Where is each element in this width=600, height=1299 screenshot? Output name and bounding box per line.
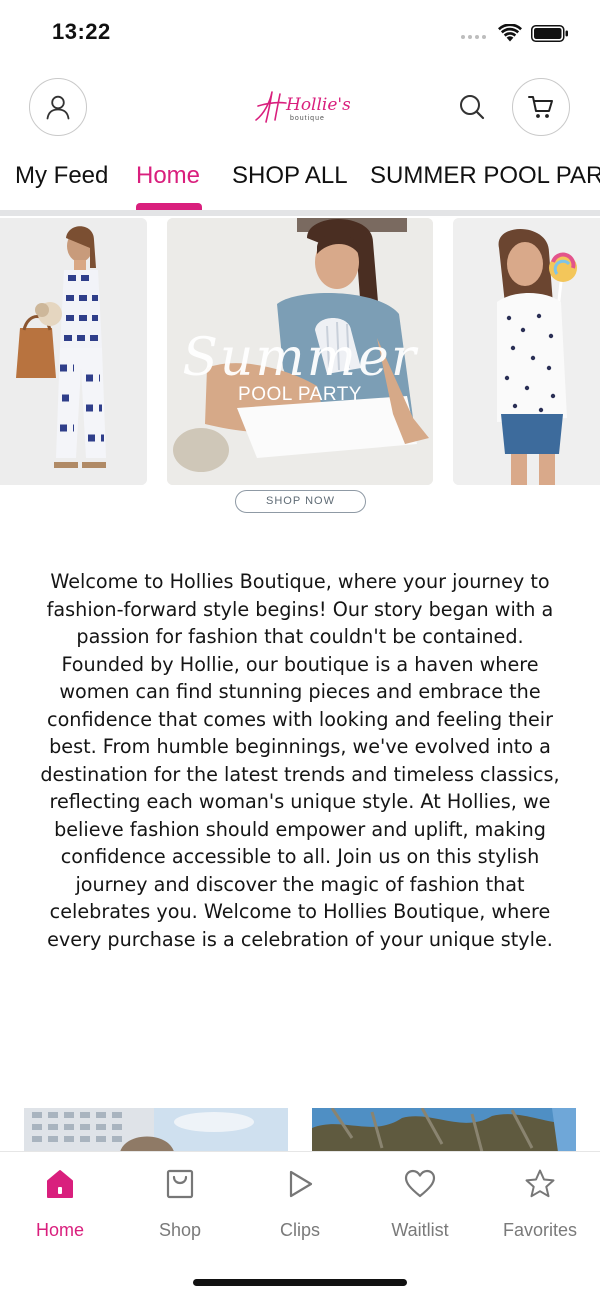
tab-shop-all[interactable]: SHOP ALL (232, 162, 348, 190)
nav-shop[interactable]: Shop (130, 1168, 230, 1241)
cart-icon (528, 96, 553, 118)
signal-dots-icon (461, 35, 486, 39)
hero-carousel[interactable]: Summer POOL PARTY SHOP NOW (0, 216, 600, 516)
model-photo (0, 218, 147, 485)
home-indicator[interactable] (193, 1279, 407, 1286)
nav-clips-label: Clips (279, 1220, 320, 1240)
carousel-slide-featured[interactable]: Summer POOL PARTY (167, 218, 433, 485)
nav-clips[interactable]: Clips (250, 1168, 350, 1241)
home-icon (47, 1170, 73, 1198)
status-bar: 13:22 (0, 0, 600, 66)
logo-text: Hollie's (285, 95, 350, 115)
play-icon (289, 1170, 313, 1198)
app-header: Hollie's boutique (0, 66, 600, 150)
wifi-icon (498, 24, 522, 42)
user-icon (46, 95, 70, 120)
tab-summer-pool-party[interactable]: SUMMER POOL PARTY (370, 162, 600, 190)
brand-logo[interactable]: Hollie's boutique (250, 84, 351, 128)
cart-button[interactable] (512, 78, 570, 136)
star-icon (525, 1169, 555, 1198)
nav-shop-label: Shop (158, 1220, 202, 1240)
nav-favorites-label: Favorites (502, 1220, 578, 1240)
search-button[interactable] (457, 92, 487, 122)
nav-home[interactable]: Home (10, 1168, 110, 1241)
logo-mark: Hollie's boutique (255, 91, 351, 123)
promo-tile-image[interactable] (24, 1108, 288, 1152)
bottom-navigation: Home Shop Clips Waitlist Favorites (0, 1151, 600, 1299)
heart-icon (404, 1169, 436, 1198)
tab-my-feed[interactable]: My Feed (15, 162, 108, 190)
carousel-slide[interactable] (0, 218, 147, 485)
shop-now-button[interactable]: SHOP NOW (235, 490, 366, 513)
category-tabs: My Feed Home SHOP ALL SUMMER POOL PARTY (0, 150, 600, 212)
promo-tile-image[interactable] (312, 1108, 576, 1152)
status-time: 13:22 (52, 19, 111, 44)
promo-title: POOL PARTY (238, 384, 362, 405)
tab-home[interactable]: Home (136, 162, 200, 190)
building-photo (24, 1108, 288, 1152)
shopping-bag-icon (166, 1169, 194, 1199)
battery-icon (531, 25, 568, 42)
nav-waitlist[interactable]: Waitlist (370, 1168, 470, 1241)
promo-script-text: Summer (182, 328, 418, 388)
logo-subtext: boutique (290, 115, 325, 122)
carousel-slide[interactable] (453, 218, 600, 485)
nav-favorites[interactable]: Favorites (490, 1168, 590, 1241)
nav-home-label: Home (35, 1220, 84, 1240)
model-photo (453, 218, 600, 485)
nav-waitlist-label: Waitlist (391, 1220, 449, 1240)
account-button[interactable] (29, 78, 87, 136)
welcome-text: Welcome to Hollies Boutique, where your … (40, 570, 560, 951)
search-icon (460, 95, 485, 120)
palm-trees-photo (312, 1108, 576, 1152)
